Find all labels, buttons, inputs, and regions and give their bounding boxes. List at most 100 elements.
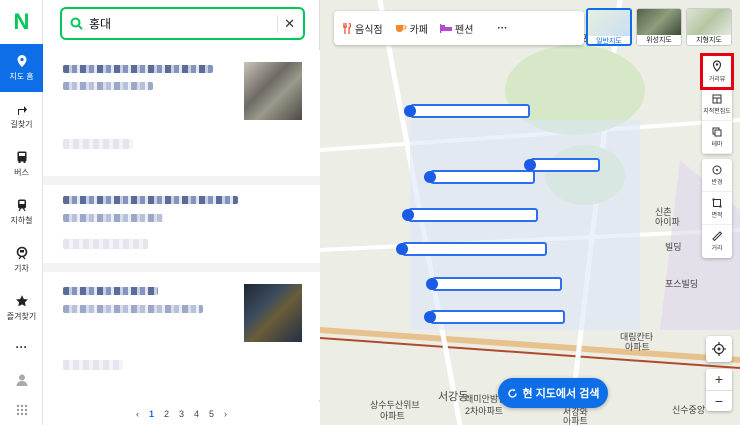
map-label: 아파트 bbox=[380, 411, 405, 421]
category-more-button[interactable]: ··· bbox=[497, 23, 507, 34]
theme-button[interactable]: 테마 bbox=[702, 121, 732, 154]
result-subtitle-redacted bbox=[63, 82, 153, 90]
map-label: 아파트 bbox=[625, 342, 650, 352]
list-item[interactable] bbox=[43, 50, 320, 176]
map-type-preview bbox=[588, 10, 630, 36]
clear-search-button[interactable]: ✕ bbox=[284, 16, 295, 32]
list-item[interactable] bbox=[43, 272, 320, 400]
result-thumbnail[interactable] bbox=[244, 284, 302, 342]
map-result-marker[interactable] bbox=[396, 242, 547, 256]
search-icon bbox=[70, 17, 83, 30]
fork-icon bbox=[343, 22, 352, 34]
measure-tools: 반경 면적 거리 bbox=[702, 159, 732, 258]
map-type-label: 지형지도 bbox=[696, 37, 722, 44]
page-1-button[interactable]: 1 bbox=[149, 409, 154, 419]
map-type-label: 일반지도 bbox=[596, 38, 622, 45]
page-2-button[interactable]: 2 bbox=[164, 409, 169, 419]
train-icon bbox=[16, 246, 27, 260]
left-nav-rail: N 지도 홈 길찾기 버스 지하철 기차 즐겨찾기 ··· bbox=[0, 0, 43, 425]
rail-item-label: 기차 bbox=[14, 264, 29, 273]
user-profile-button[interactable] bbox=[0, 365, 43, 395]
rail-item-label: 즐겨찾기 bbox=[6, 312, 37, 321]
rail-item-train[interactable]: 기차 bbox=[0, 236, 43, 284]
cadastral-map-button[interactable]: 지적편집도 bbox=[702, 88, 732, 121]
page-3-button[interactable]: 3 bbox=[179, 409, 184, 419]
result-title-redacted bbox=[63, 287, 158, 295]
category-label: 펜션 bbox=[455, 24, 474, 36]
bed-icon bbox=[440, 24, 453, 33]
rail-item-label: 버스 bbox=[14, 168, 29, 177]
star-icon bbox=[15, 295, 28, 307]
map-label: 포스빌딩 bbox=[665, 279, 699, 289]
streetview-pin-icon bbox=[712, 59, 722, 72]
result-title-redacted bbox=[63, 65, 213, 73]
radius-button[interactable]: 반경 bbox=[702, 159, 732, 192]
map-result-marker[interactable] bbox=[424, 310, 565, 324]
map-label: 빌딩 bbox=[665, 242, 682, 252]
grid-icon bbox=[16, 404, 27, 416]
user-icon bbox=[16, 374, 27, 386]
tool-label: 거리 bbox=[711, 246, 723, 252]
map-type-terrain[interactable]: 지형지도 bbox=[686, 8, 732, 46]
map-result-marker[interactable] bbox=[404, 104, 530, 118]
map-result-marker[interactable] bbox=[402, 208, 538, 222]
page-5-button[interactable]: 5 bbox=[209, 409, 214, 419]
search-this-area-button[interactable]: 현 지도에서 검색 bbox=[498, 378, 608, 408]
streetview-button[interactable]: 거리뷰 bbox=[700, 53, 734, 90]
category-cafe[interactable]: 카페 bbox=[395, 21, 428, 36]
rail-item-bus[interactable]: 버스 bbox=[0, 140, 43, 188]
map-result-marker[interactable] bbox=[424, 170, 535, 184]
search-input[interactable] bbox=[89, 16, 272, 31]
rail-item-label: 지하철 bbox=[10, 216, 33, 225]
map-type-normal[interactable]: 일반지도 bbox=[586, 8, 632, 46]
tool-label: 반경 bbox=[711, 179, 723, 186]
rail-bottom bbox=[0, 365, 43, 425]
subway-icon bbox=[17, 199, 26, 212]
map-label: 아이파 bbox=[655, 217, 680, 227]
theme-layers-icon bbox=[712, 127, 722, 136]
result-meta-redacted bbox=[63, 360, 123, 370]
rail-item-directions[interactable]: 길찾기 bbox=[0, 92, 43, 140]
category-restaurant[interactable]: 음식점 bbox=[342, 21, 383, 36]
zoom-out-button[interactable]: − bbox=[706, 389, 732, 412]
result-title-redacted bbox=[63, 196, 238, 204]
rail-item-favorites[interactable]: 즐겨찾기 bbox=[0, 284, 43, 332]
map-label: 2차아파트 bbox=[465, 406, 504, 416]
area-button[interactable]: 면적 bbox=[702, 192, 732, 225]
ruler-icon bbox=[712, 231, 722, 241]
current-location-button[interactable] bbox=[706, 336, 732, 362]
zoom-in-button[interactable]: + bbox=[706, 369, 732, 390]
map-pin-icon bbox=[17, 55, 26, 67]
rail-item-label: 길찾기 bbox=[10, 120, 33, 129]
category-pension[interactable]: 펜션 bbox=[440, 21, 473, 36]
map-result-marker[interactable] bbox=[524, 158, 600, 172]
next-page-button[interactable]: › bbox=[224, 409, 227, 419]
naver-logo[interactable]: N bbox=[0, 0, 43, 44]
map-canvas[interactable]: 마포 서강동 상수두산위브 아파트 래미안밤섬 2차아파트 신촌 아이파 포스빌… bbox=[320, 0, 740, 425]
rail-item-subway[interactable]: 지하철 bbox=[0, 188, 43, 236]
crosshair-icon bbox=[712, 342, 726, 356]
route-arrow-icon bbox=[17, 106, 27, 115]
radius-icon bbox=[712, 165, 722, 174]
result-thumbnail[interactable] bbox=[244, 62, 302, 120]
map-type-satellite[interactable]: 위성지도 bbox=[636, 8, 682, 46]
result-list[interactable] bbox=[43, 50, 320, 400]
map-label: 서강동 bbox=[438, 391, 469, 403]
rail-more-button[interactable]: ··· bbox=[0, 332, 43, 362]
naver-map-app: N 지도 홈 길찾기 버스 지하철 기차 즐겨찾기 ··· 홍대 ✕ ‹ 1 2… bbox=[0, 0, 740, 425]
map-label: 아파트 bbox=[563, 416, 588, 425]
rail-item-map-home[interactable]: 지도 홈 bbox=[0, 44, 43, 92]
rail-item-label: 지도 홈 bbox=[9, 72, 34, 81]
search-this-area-label: 현 지도에서 검색 bbox=[522, 388, 600, 400]
prev-page-button[interactable]: ‹ bbox=[136, 409, 139, 419]
distance-button[interactable]: 거리 bbox=[702, 225, 732, 258]
map-type-label: 위성지도 bbox=[646, 37, 672, 44]
result-meta-redacted bbox=[63, 239, 148, 249]
zoom-control: + − bbox=[706, 369, 732, 411]
list-item[interactable] bbox=[43, 185, 320, 263]
apps-grid-button[interactable] bbox=[0, 395, 43, 425]
page-4-button[interactable]: 4 bbox=[194, 409, 199, 419]
category-label: 음식점 bbox=[355, 24, 383, 36]
map-result-marker[interactable] bbox=[426, 277, 562, 291]
search-result-panel: ✕ ‹ 1 2 3 bbox=[43, 0, 320, 425]
